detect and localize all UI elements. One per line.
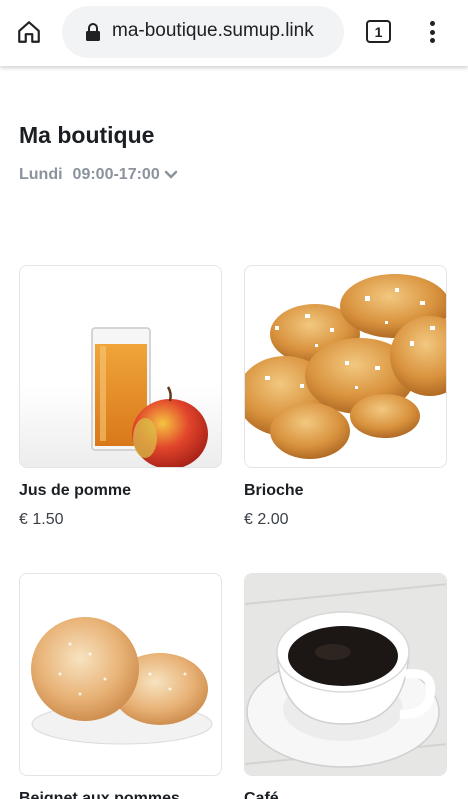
product-price: € 2.00 (244, 511, 289, 528)
chevron-down-icon (164, 170, 177, 179)
lock-icon (86, 23, 100, 41)
product-name: Café (244, 790, 279, 799)
product-name: Beignet aux pommes (19, 790, 180, 799)
product-card[interactable]: Beignet aux pommes (19, 573, 222, 799)
address-bar[interactable]: ma-boutique.sumup.link (62, 6, 344, 58)
more-vert-icon[interactable] (422, 18, 442, 46)
product-card[interactable]: Jus de pomme € 1.50 (19, 265, 222, 528)
product-name: Jus de pomme (19, 482, 132, 499)
hours-time: 09:00-17:00 (72, 166, 160, 183)
page-title: Ma boutique (19, 122, 155, 148)
product-image-donut[interactable] (19, 573, 222, 776)
opening-hours-selector[interactable]: Lundi 09:00-17:00 (19, 166, 178, 184)
product-image-brioche[interactable] (244, 265, 447, 468)
product-image-juice[interactable] (19, 265, 222, 468)
product-name: Brioche (244, 482, 304, 499)
hours-day: Lundi (19, 166, 63, 183)
home-icon (18, 21, 40, 43)
product-card[interactable]: Brioche € 2.00 (244, 265, 447, 528)
tab-switcher-button[interactable]: 1 (366, 20, 391, 43)
browser-toolbar: ma-boutique.sumup.link 1 (0, 0, 468, 66)
product-price: € 1.50 (19, 511, 64, 528)
product-card[interactable]: Café (244, 573, 447, 799)
url-text: ma-boutique.sumup.link (112, 20, 314, 41)
home-button[interactable] (14, 17, 44, 47)
product-image-coffee[interactable] (244, 573, 447, 776)
